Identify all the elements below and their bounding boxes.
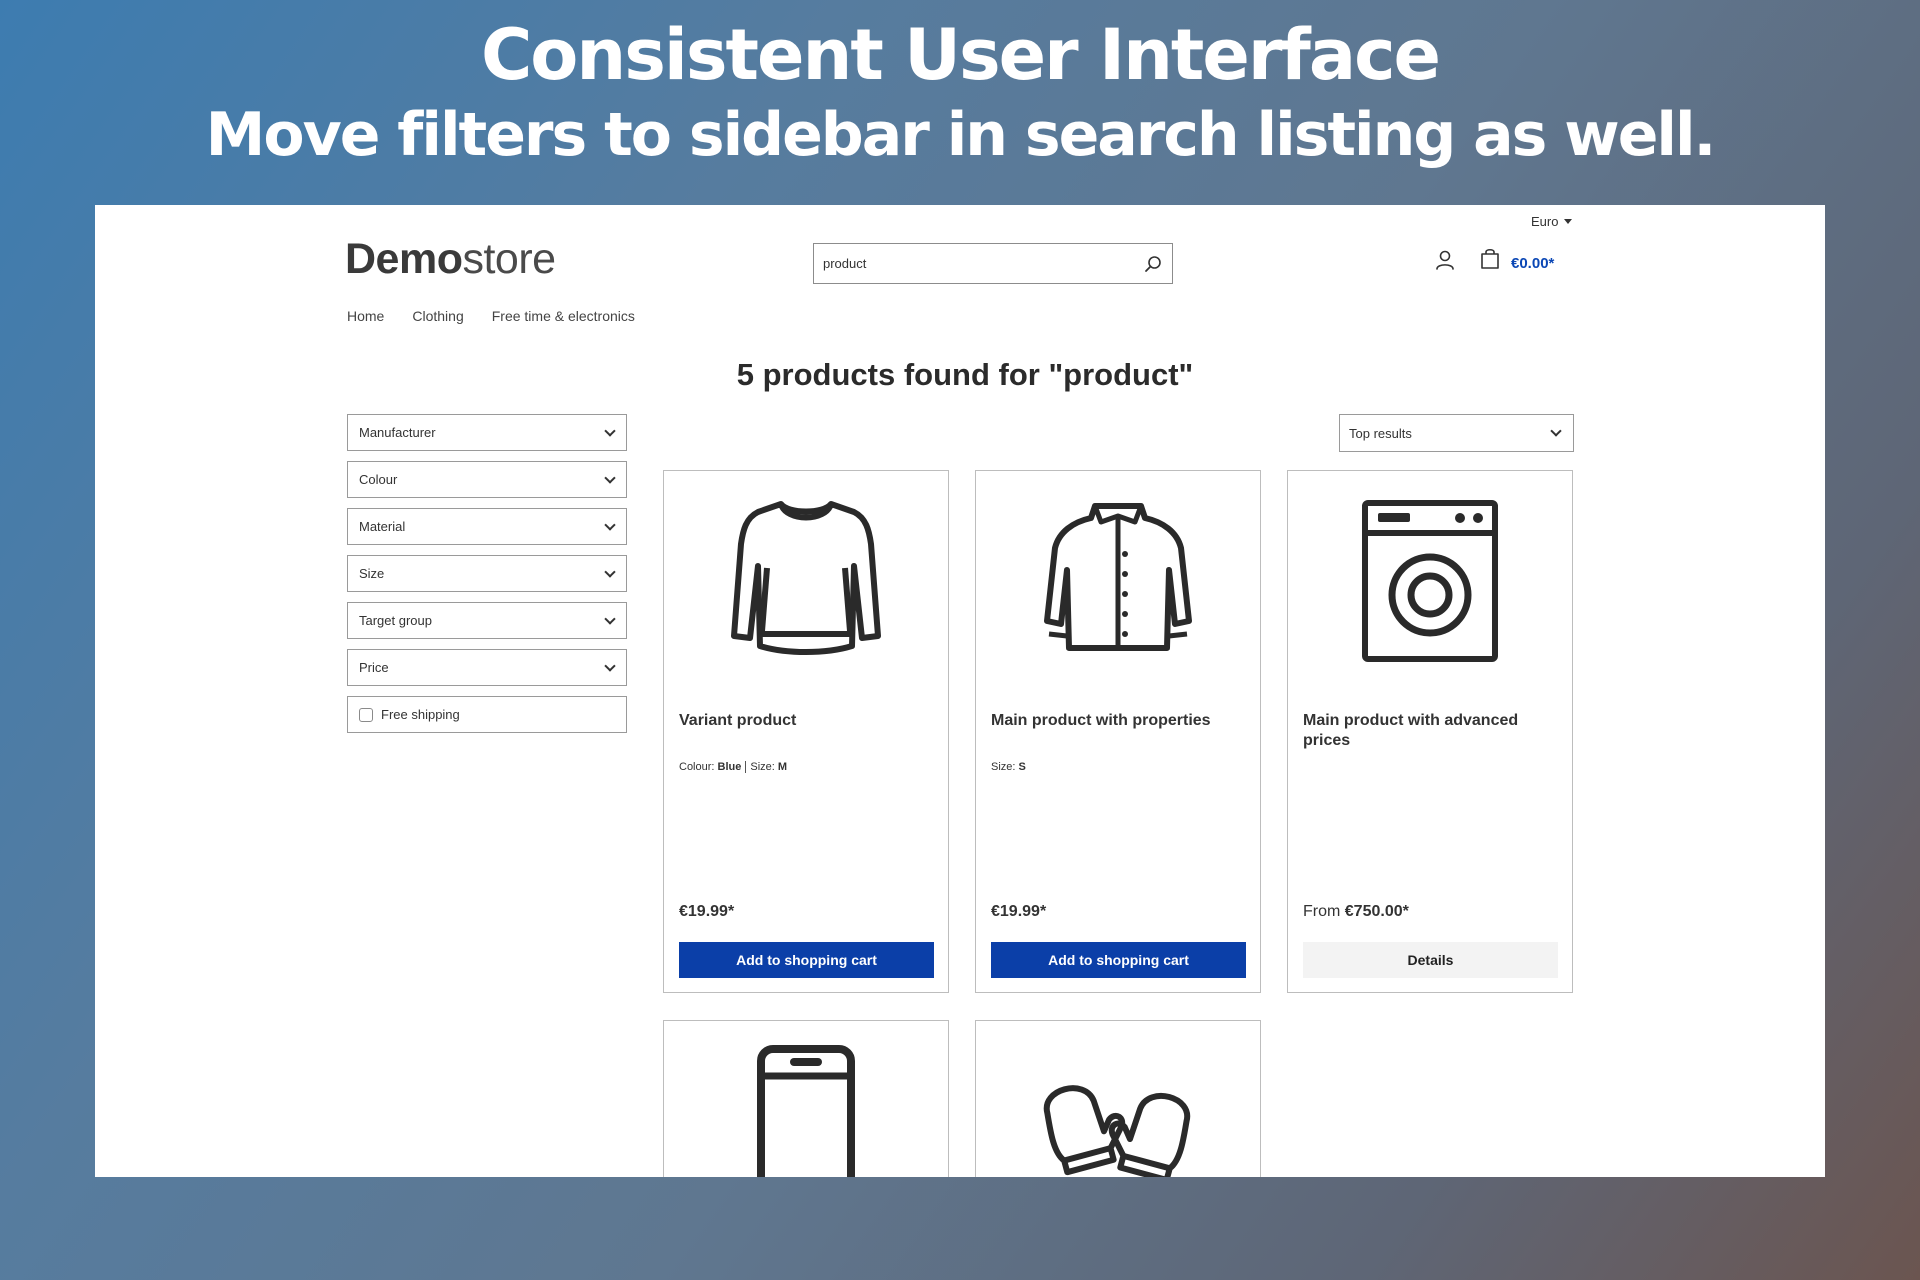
- filter-size[interactable]: Size: [347, 555, 627, 592]
- chevron-down-icon: [604, 471, 616, 484]
- filter-manufacturer[interactable]: Manufacturer: [347, 414, 627, 451]
- filter-label: Free shipping: [381, 707, 460, 722]
- product-name[interactable]: Main product with properties: [991, 711, 1241, 731]
- search-icon[interactable]: [1134, 244, 1172, 283]
- washing-machine-icon: [1288, 471, 1572, 671]
- jacket-icon: [976, 471, 1260, 671]
- banner-subtitle: Move filters to sidebar in search listin…: [205, 100, 1717, 170]
- chevron-down-icon: [604, 424, 616, 437]
- prop-value: Blue: [717, 761, 742, 773]
- chevron-down-icon: [604, 659, 616, 672]
- currency-selector[interactable]: Euro: [1531, 214, 1573, 229]
- product-card[interactable]: [663, 1020, 949, 1177]
- main-navigation: Home Clothing Free time & electronics: [347, 308, 663, 324]
- prop-label: Colour:: [679, 761, 715, 773]
- caret-down-icon: [1564, 219, 1573, 224]
- add-to-cart-button[interactable]: Add to shopping cart: [991, 942, 1246, 978]
- prop-label: Size:: [750, 761, 775, 773]
- logo-bold: Demo: [345, 235, 463, 283]
- filter-target-group[interactable]: Target group: [347, 602, 627, 639]
- filter-material[interactable]: Material: [347, 508, 627, 545]
- product-price: €19.99*: [991, 903, 1047, 920]
- product-properties: Colour: Blue Size: M: [679, 761, 788, 774]
- nav-item-clothing[interactable]: Clothing: [412, 308, 463, 324]
- product-card[interactable]: Main product with advanced prices From €…: [1287, 470, 1573, 993]
- prop-label: Size:: [991, 761, 1016, 773]
- search-input[interactable]: product: [813, 243, 1173, 284]
- filter-label: Price: [359, 660, 389, 675]
- search-value[interactable]: product: [814, 256, 1134, 271]
- filter-label: Size: [359, 566, 385, 581]
- filter-label: Colour: [359, 472, 398, 487]
- shopping-bag-icon: [1479, 247, 1501, 276]
- logo-light: store: [462, 235, 556, 283]
- filter-sidebar: Manufacturer Colour Material Size Target…: [347, 414, 627, 743]
- chevron-down-icon: [604, 565, 616, 578]
- price-prefix: From: [1303, 903, 1341, 920]
- mittens-icon: [976, 1021, 1260, 1177]
- prop-value: M: [777, 761, 788, 773]
- store-logo[interactable]: Demostore: [345, 235, 556, 284]
- sweater-icon: [664, 471, 948, 671]
- cart-button[interactable]: €0.00*: [1479, 247, 1554, 276]
- details-button[interactable]: Details: [1303, 942, 1558, 978]
- add-to-cart-button[interactable]: Add to shopping cart: [679, 942, 934, 978]
- price-value: €750.00*: [1344, 903, 1409, 920]
- filter-label: Target group: [359, 613, 432, 628]
- product-name[interactable]: Variant product: [679, 711, 929, 731]
- filter-label: Material: [359, 519, 406, 534]
- product-card[interactable]: Main product with properties Size: S €19…: [975, 470, 1261, 993]
- filter-label: Manufacturer: [359, 425, 436, 440]
- product-card[interactable]: Variant product Colour: Blue Size: M €19.…: [663, 470, 949, 993]
- chevron-down-icon: [604, 518, 616, 531]
- currency-label: Euro: [1531, 214, 1559, 229]
- sort-select[interactable]: Top results: [1339, 414, 1574, 452]
- filter-price[interactable]: Price: [347, 649, 627, 686]
- sort-label: Top results: [1349, 425, 1412, 441]
- prop-divider: [745, 761, 747, 774]
- product-card[interactable]: [975, 1020, 1261, 1177]
- product-properties: Size: S: [991, 761, 1026, 773]
- nav-item-free-time-electronics[interactable]: Free time & electronics: [492, 308, 635, 324]
- nav-item-home[interactable]: Home: [347, 308, 384, 324]
- cart-total: €0.00*: [1511, 255, 1555, 272]
- product-price: €19.99*: [679, 903, 735, 920]
- account-icon[interactable]: [1435, 249, 1455, 276]
- chevron-down-icon: [1550, 425, 1562, 437]
- product-price: From €750.00*: [1303, 903, 1409, 921]
- chevron-down-icon: [604, 612, 616, 625]
- filter-colour[interactable]: Colour: [347, 461, 627, 498]
- shop-screenshot: Euro Demostore product €0.00* Home Cloth…: [95, 205, 1825, 1177]
- smartphone-icon: [664, 1021, 948, 1177]
- product-name[interactable]: Main product with advanced prices: [1303, 711, 1553, 751]
- banner-title: Consistent User Interface: [480, 14, 1441, 96]
- results-title: 5 products found for "product": [736, 357, 1194, 392]
- prop-value: S: [1018, 761, 1026, 773]
- free-shipping-checkbox[interactable]: [359, 707, 373, 722]
- filter-free-shipping[interactable]: Free shipping: [347, 696, 627, 733]
